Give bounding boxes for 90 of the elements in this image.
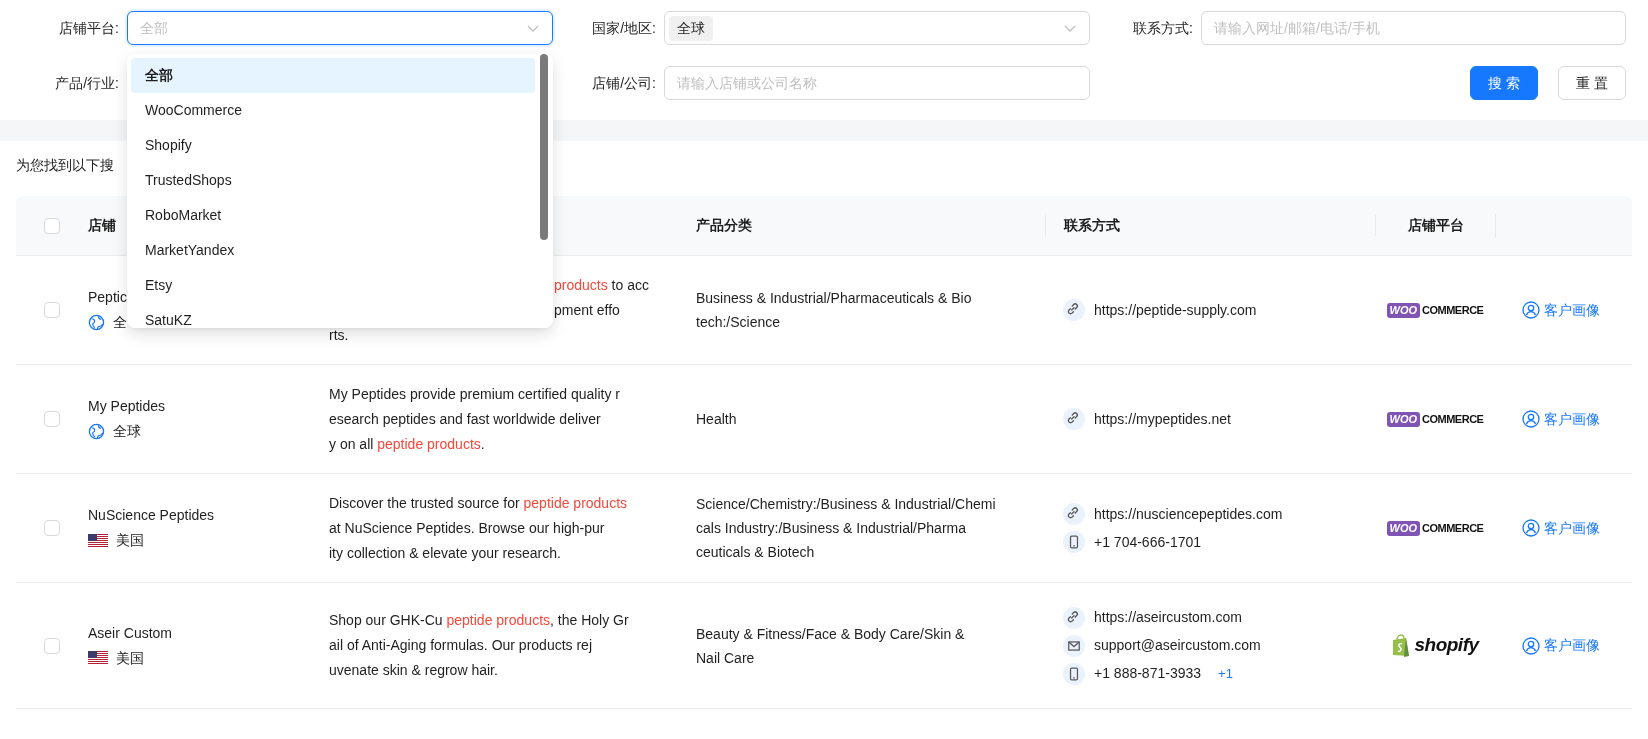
region-label: 全球: [113, 422, 141, 441]
contact-text: +1 888-871-3933: [1094, 664, 1202, 683]
woocommerce-logo: WOO COMMERCE: [1386, 520, 1484, 536]
row-checkbox[interactable]: [44, 302, 60, 318]
select-placeholder: 全部: [140, 18, 168, 38]
user-icon: [1522, 636, 1540, 655]
contact-text: support@aseircustom.com: [1094, 636, 1261, 655]
user-icon: [1522, 301, 1540, 319]
description-line: rts.: [329, 325, 349, 345]
customer-profile-link[interactable]: 客户画像: [1522, 635, 1600, 656]
store-name: My Peptides: [88, 397, 166, 416]
description-line: ail of Anti-Aging formulas. Our products rej: [329, 636, 592, 655]
region-label: 全: [113, 313, 127, 332]
flag-icon: [88, 651, 108, 665]
description-line: products to acc: [554, 275, 649, 295]
region-label: 美国: [116, 531, 144, 550]
description-line: Discover the trusted source for peptide products: [329, 493, 628, 513]
shopify-logo: shopify: [1391, 631, 1479, 660]
column-header: 店铺平台: [1407, 216, 1464, 235]
store-name: Aseir Custom: [88, 623, 173, 643]
contact-text: https://peptide-supply.com: [1094, 300, 1257, 320]
customer-profile-link[interactable]: 客户画像: [1522, 299, 1600, 321]
input-field[interactable]: 请输入店铺或公司名称: [664, 66, 1090, 100]
search-button[interactable]: 搜 索: [1470, 66, 1538, 100]
dropdown-option[interactable]: RoboMarket: [131, 198, 535, 233]
column-header: 联系方式: [1064, 217, 1120, 233]
category-line: Science/Chemistry:/Business & Industrial/Chemi: [696, 495, 996, 514]
description-line: esearch peptides and fast worldwide deliver: [329, 409, 601, 429]
mail-icon: [1063, 634, 1085, 657]
customer-profile-link[interactable]: 客户画像: [1522, 517, 1600, 539]
woocommerce-logo: WOO COMMERCE: [1386, 302, 1484, 318]
phone-icon: [1063, 531, 1085, 553]
dropdown-option[interactable]: Shopify: [131, 128, 535, 163]
row-checkbox[interactable]: [44, 411, 60, 427]
user-icon: [1522, 410, 1540, 428]
contact-text: https://aseircustom.com: [1094, 608, 1242, 627]
link-icon: [1063, 503, 1085, 525]
dropdown-option[interactable]: TrustedShops: [131, 163, 535, 198]
select-field[interactable]: 全球: [664, 11, 1090, 45]
region-tag: 全球: [669, 15, 713, 41]
flag-icon: [88, 533, 108, 548]
link-icon: [1063, 606, 1085, 629]
contact-text: https://nusciencepeptides.com: [1094, 504, 1283, 524]
region-label: 美国: [116, 648, 144, 668]
link-icon: [1063, 299, 1085, 321]
description-line: y on all peptide products.: [329, 434, 485, 454]
description-line: pment effo: [554, 300, 620, 320]
filter-label: 联系方式:: [1133, 18, 1193, 38]
contact-text: +1 704-666-1701: [1094, 532, 1202, 552]
category-line: Nail Care: [696, 648, 755, 668]
link-icon: [1063, 408, 1085, 430]
globe-icon: [88, 314, 105, 331]
category-line: tech:/Science: [696, 313, 781, 332]
row-checkbox[interactable]: [44, 217, 60, 234]
woocommerce-logo: WOO COMMERCE: [1386, 411, 1484, 427]
description-line: uvenate skin & regrow hair.: [329, 661, 498, 680]
category-line: Business & Industrial/Pharmaceuticals & Bio: [696, 289, 972, 308]
dropdown-option[interactable]: SatuKZ: [131, 303, 535, 328]
scrollbar-thumb[interactable]: [540, 54, 548, 240]
filter-label: 产品/行业:: [55, 73, 119, 93]
description-line: ity collection & elevate your research.: [329, 543, 561, 563]
store-name: Peptic: [88, 288, 127, 307]
input-field[interactable]: 请输入网址/邮箱/电话/手机: [1201, 11, 1626, 45]
row-checkbox[interactable]: [44, 637, 60, 654]
category-line: Beauty & Fitness/Face & Body Care/Skin &: [696, 624, 965, 644]
dropdown-option[interactable]: Etsy: [131, 268, 535, 303]
column-header: 产品分类: [696, 217, 752, 233]
contact-text: https://mypeptides.net: [1094, 409, 1231, 429]
filter-label: 国家/地区:: [592, 18, 656, 38]
store-name: NuScience Peptides: [88, 506, 215, 525]
column-header: 店铺: [88, 217, 116, 233]
dropdown-option[interactable]: MarketYandex: [131, 233, 535, 268]
category-line: ceuticals & Biotech: [696, 543, 815, 562]
reset-button[interactable]: 重 置: [1558, 66, 1626, 100]
filter-label: 店铺/公司:: [592, 73, 656, 93]
category-line: Health: [696, 410, 737, 429]
result-label: 为您找到以下搜: [16, 156, 114, 175]
filter-label: 店铺平台:: [59, 18, 119, 38]
user-icon: [1522, 519, 1540, 537]
globe-icon: [88, 423, 105, 440]
category-line: cals Industry:/Business & Industrial/Pharma: [696, 519, 966, 538]
row-checkbox[interactable]: [44, 520, 60, 536]
customer-profile-link[interactable]: 客户画像: [1522, 408, 1600, 430]
description-line: My Peptides provide premium certified quality r: [329, 384, 620, 404]
description-line: Shop our GHK-Cu peptide products, the Holy Gr: [329, 611, 629, 630]
more-count[interactable]: +1: [1218, 663, 1233, 684]
dropdown-option[interactable]: 全部: [131, 58, 535, 93]
description-line: at NuScience Peptides. Browse our high-pur: [329, 518, 605, 538]
phone-icon: [1063, 662, 1085, 685]
dropdown-option[interactable]: WooCommerce: [131, 93, 535, 128]
